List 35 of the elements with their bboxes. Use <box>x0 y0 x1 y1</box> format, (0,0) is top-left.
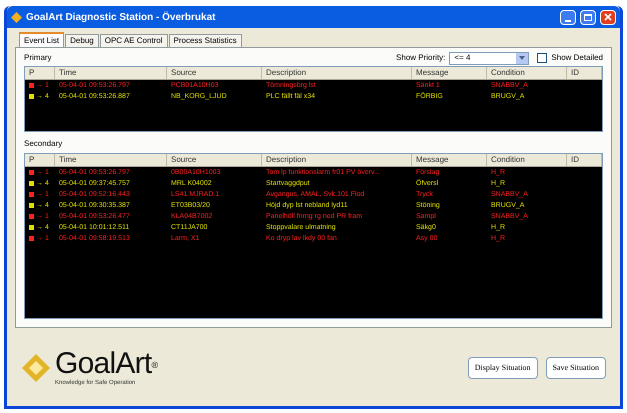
column-header[interactable]: P <box>25 67 55 79</box>
show-detailed-label: Show Detailed <box>551 52 603 64</box>
action-button[interactable]: Display Situation <box>468 357 538 379</box>
minimize-button[interactable] <box>560 10 576 24</box>
column-header[interactable]: Message <box>412 154 487 166</box>
column-header[interactable]: Message <box>412 67 487 79</box>
tab[interactable]: Debug <box>65 34 99 47</box>
show-detailed-checkbox[interactable] <box>537 53 548 63</box>
dropdown-arrow-icon <box>519 56 526 60</box>
logo-wordmark: GoalArt$^{®}$ <box>55 348 158 378</box>
tab[interactable]: Process Statistics <box>168 34 242 47</box>
column-header[interactable]: Time <box>55 67 167 79</box>
close-button[interactable] <box>600 10 616 24</box>
maximize-button[interactable] <box>580 10 596 24</box>
show-priority-label: Show Priority: <box>396 52 446 64</box>
window-title: GoalArt Diagnostic Station - Överbrukat <box>26 10 216 24</box>
priority-dropdown[interactable]: <= 4 <box>449 52 530 64</box>
action-button[interactable]: Save Situation <box>546 357 606 379</box>
column-header[interactable]: P <box>25 154 55 166</box>
column-header[interactable]: Description <box>262 67 412 79</box>
column-header[interactable]: Source <box>167 154 262 166</box>
app-icon <box>11 12 22 22</box>
logo-icon <box>21 353 51 383</box>
column-header[interactable]: ID <box>567 154 602 166</box>
group-label: Secondary <box>24 138 64 150</box>
column-header[interactable]: Condition <box>487 154 567 166</box>
column-header[interactable]: Source <box>167 67 262 79</box>
column-header[interactable]: Description <box>262 154 412 166</box>
column-header[interactable]: ID <box>567 67 602 79</box>
column-header[interactable]: Time <box>55 154 167 166</box>
group-label: Primary <box>24 52 53 64</box>
close-icon <box>604 13 612 21</box>
tab[interactable]: OPC AE Control <box>100 34 168 47</box>
tab[interactable]: Event List <box>19 32 64 47</box>
column-header[interactable]: Condition <box>487 67 567 79</box>
